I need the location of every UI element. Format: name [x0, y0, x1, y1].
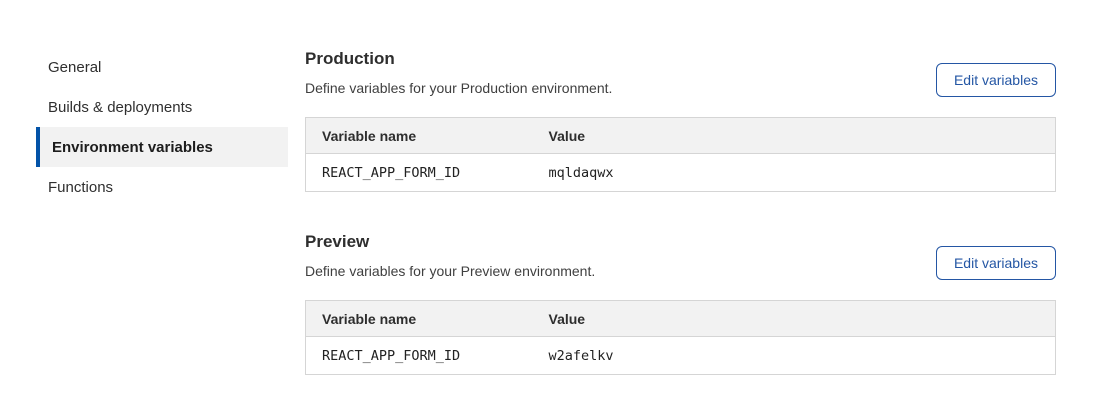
environment-variables-panel: Production Define variables for your Pro…	[305, 47, 1056, 375]
preview-variables-table: Variable name Value REACT_APP_FORM_ID w2…	[305, 300, 1056, 375]
production-section-info: Production Define variables for your Pro…	[305, 47, 612, 96]
edit-variables-button-preview[interactable]: Edit variables	[936, 246, 1056, 280]
sidebar-item-environment-variables[interactable]: Environment variables	[36, 127, 288, 167]
column-header-value: Value	[533, 118, 1056, 154]
preview-section-description: Define variables for your Preview enviro…	[305, 263, 595, 279]
table-header-row: Variable name Value	[306, 118, 1056, 154]
variable-name-cell: REACT_APP_FORM_ID	[306, 337, 533, 375]
production-section: Production Define variables for your Pro…	[305, 47, 1056, 192]
table-row: REACT_APP_FORM_ID w2afelkv	[306, 337, 1056, 375]
sidebar-item-general[interactable]: General	[36, 47, 288, 87]
column-header-variable-name: Variable name	[306, 118, 533, 154]
sidebar-item-builds-deployments[interactable]: Builds & deployments	[36, 87, 288, 127]
production-variables-table: Variable name Value REACT_APP_FORM_ID mq…	[305, 117, 1056, 192]
preview-section-title: Preview	[305, 232, 595, 252]
column-header-value: Value	[533, 301, 1056, 337]
production-section-title: Production	[305, 49, 612, 69]
table-row: REACT_APP_FORM_ID mqldaqwx	[306, 154, 1056, 192]
variable-value-cell: mqldaqwx	[533, 154, 1056, 192]
production-section-description: Define variables for your Production env…	[305, 80, 612, 96]
edit-variables-button-production[interactable]: Edit variables	[936, 63, 1056, 97]
preview-section-header: Preview Define variables for your Previe…	[305, 230, 1056, 280]
settings-sidebar: General Builds & deployments Environment…	[36, 47, 288, 375]
preview-section-info: Preview Define variables for your Previe…	[305, 230, 595, 279]
sidebar-item-functions[interactable]: Functions	[36, 167, 288, 207]
variable-name-cell: REACT_APP_FORM_ID	[306, 154, 533, 192]
column-header-variable-name: Variable name	[306, 301, 533, 337]
production-section-header: Production Define variables for your Pro…	[305, 47, 1056, 97]
table-header-row: Variable name Value	[306, 301, 1056, 337]
preview-section: Preview Define variables for your Previe…	[305, 230, 1056, 375]
variable-value-cell: w2afelkv	[533, 337, 1056, 375]
settings-page: General Builds & deployments Environment…	[0, 0, 1100, 375]
